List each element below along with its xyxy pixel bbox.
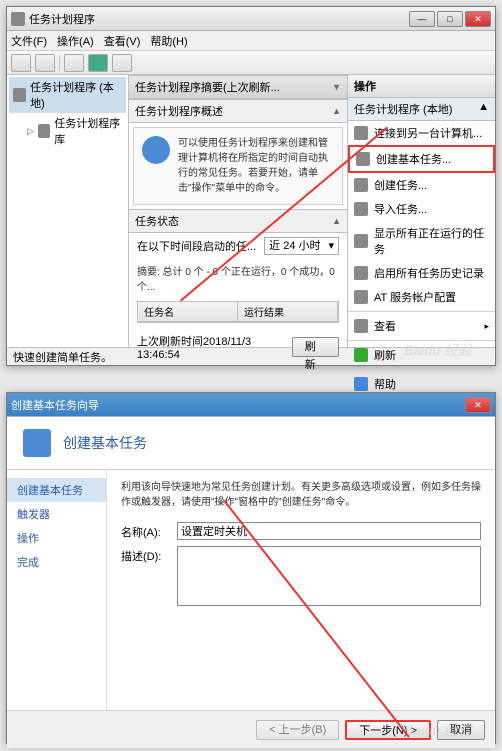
- name-input[interactable]: [177, 522, 481, 540]
- action-create-task[interactable]: 创建任务...: [348, 173, 495, 197]
- actions-header: 操作: [348, 75, 495, 98]
- actions-pane: 操作 任务计划程序 (本地)▲ 连接到另一台计算机... 创建基本任务... 创…: [347, 75, 495, 347]
- menubar: 文件(F) 操作(A) 查看(V) 帮助(H): [7, 31, 495, 51]
- task-icon: [354, 178, 368, 192]
- action-create-basic-task[interactable]: 创建基本任务...: [348, 145, 495, 173]
- action-refresh[interactable]: 刷新: [348, 343, 495, 367]
- overview-text: 可以使用任务计划程序来创建和管理计算机将在所指定的时间自动执行的常见任务。若要开…: [178, 136, 334, 196]
- timerange-combo[interactable]: 近 24 小时 ▾: [264, 237, 339, 255]
- step-finish[interactable]: 完成: [7, 550, 106, 574]
- col-result[interactable]: 运行结果: [238, 302, 338, 321]
- col-task-name[interactable]: 任务名: [138, 302, 238, 321]
- action-enable-history[interactable]: 启用所有任务历史记录: [348, 261, 495, 285]
- task-table: 任务名运行结果: [137, 301, 339, 323]
- close-button[interactable]: ✕: [465, 397, 491, 413]
- refresh-button[interactable]: 刷新: [292, 337, 339, 357]
- help-icon: [354, 377, 368, 391]
- status-header[interactable]: 任务状态▲: [129, 209, 347, 233]
- action-show-running[interactable]: 显示所有正在运行的任务: [348, 221, 495, 261]
- clock-icon: [13, 88, 26, 102]
- last-refresh: 上次刷新时间2018/11/3 13:46:54: [137, 333, 292, 361]
- wizard-titlebar[interactable]: 创建基本任务向导 ✕: [7, 393, 495, 417]
- tool-button-1[interactable]: [64, 54, 84, 72]
- action-import[interactable]: 导入任务...: [348, 197, 495, 221]
- window-title: 任务计划程序: [29, 11, 407, 27]
- wizard-main: 利用该向导快速地为常见任务创建计划。有关更多高级选项或设置，例如多任务操作或触发…: [107, 470, 495, 710]
- tree-library[interactable]: ▷任务计划程序库: [9, 113, 126, 149]
- wizard-description: 利用该向导快速地为常见任务创建计划。有关更多高级选项或设置，例如多任务操作或触发…: [121, 480, 481, 510]
- maximize-button[interactable]: □: [437, 11, 463, 27]
- cancel-button[interactable]: 取消: [437, 720, 485, 740]
- tree-pane: 任务计划程序 (本地) ▷任务计划程序库: [7, 75, 129, 347]
- action-at-service[interactable]: AT 服务帐户配置: [348, 285, 495, 309]
- user-icon: [354, 290, 368, 304]
- desc-label: 描述(D):: [121, 546, 169, 564]
- chevron-up-icon[interactable]: ▲: [478, 101, 489, 117]
- wizard-window: 创建基本任务向导 ✕ 创建基本任务 创建基本任务 触发器 操作 完成 利用该向导…: [6, 392, 496, 744]
- help-button[interactable]: [88, 54, 108, 72]
- toolbar: [7, 51, 495, 75]
- action-view[interactable]: 查看▸: [348, 314, 495, 338]
- forward-button[interactable]: [35, 54, 55, 72]
- chevron-down-icon[interactable]: ▼: [332, 82, 341, 92]
- list-icon: [354, 234, 368, 248]
- history-icon: [354, 266, 368, 280]
- task-icon: [356, 152, 370, 166]
- step-create-basic[interactable]: 创建基本任务: [7, 478, 106, 502]
- name-label: 名称(A):: [121, 522, 169, 540]
- chevron-up-icon[interactable]: ▲: [332, 106, 341, 116]
- desc-input[interactable]: [177, 546, 481, 606]
- tool-button-2[interactable]: [112, 54, 132, 72]
- refresh-icon: [354, 348, 368, 362]
- menu-view[interactable]: 查看(V): [104, 33, 141, 49]
- clock-icon: [142, 136, 170, 164]
- minimize-button[interactable]: —: [409, 11, 435, 27]
- close-button[interactable]: ✕: [465, 11, 491, 27]
- prev-button: < 上一步(B): [256, 720, 339, 740]
- menu-action[interactable]: 操作(A): [57, 33, 94, 49]
- back-button[interactable]: [11, 54, 31, 72]
- overview-header: 任务计划程序摘要(上次刷新...▼: [129, 75, 347, 99]
- wizard-header: 创建基本任务: [7, 417, 495, 470]
- task-scheduler-window: 任务计划程序 — □ ✕ 文件(F) 操作(A) 查看(V) 帮助(H) 任务计…: [6, 6, 496, 366]
- folder-icon: [38, 124, 50, 138]
- step-trigger[interactable]: 触发器: [7, 502, 106, 526]
- titlebar[interactable]: 任务计划程序 — □ ✕: [7, 7, 495, 31]
- step-action[interactable]: 操作: [7, 526, 106, 550]
- wizard-title: 创建基本任务向导: [11, 397, 463, 413]
- view-icon: [354, 319, 368, 333]
- menu-file[interactable]: 文件(F): [11, 33, 47, 49]
- actions-subheader: 任务计划程序 (本地)▲: [348, 98, 495, 121]
- chevron-up-icon[interactable]: ▲: [332, 216, 341, 226]
- next-button[interactable]: 下一步(N) >: [345, 720, 431, 740]
- overview-sub[interactable]: 任务计划程序概述▲: [129, 99, 347, 123]
- task-icon: [23, 429, 51, 457]
- center-pane: 任务计划程序摘要(上次刷新...▼ 任务计划程序概述▲ 可以使用任务计划程序来创…: [129, 75, 347, 347]
- computer-icon: [354, 126, 368, 140]
- overview-infobox: 可以使用任务计划程序来创建和管理计算机将在所指定的时间自动执行的常见任务。若要开…: [133, 127, 343, 205]
- wizard-heading: 创建基本任务: [63, 433, 147, 453]
- wizard-steps: 创建基本任务 触发器 操作 完成: [7, 470, 107, 710]
- wizard-footer: < 上一步(B) 下一步(N) > 取消: [7, 710, 495, 748]
- summary-text: 摘要: 总计 0 个 - 0 个正在运行，0 个成功，0 个...: [129, 259, 347, 297]
- menu-help[interactable]: 帮助(H): [150, 33, 187, 49]
- tree-root[interactable]: 任务计划程序 (本地): [9, 77, 126, 113]
- app-icon: [11, 12, 25, 26]
- import-icon: [354, 202, 368, 216]
